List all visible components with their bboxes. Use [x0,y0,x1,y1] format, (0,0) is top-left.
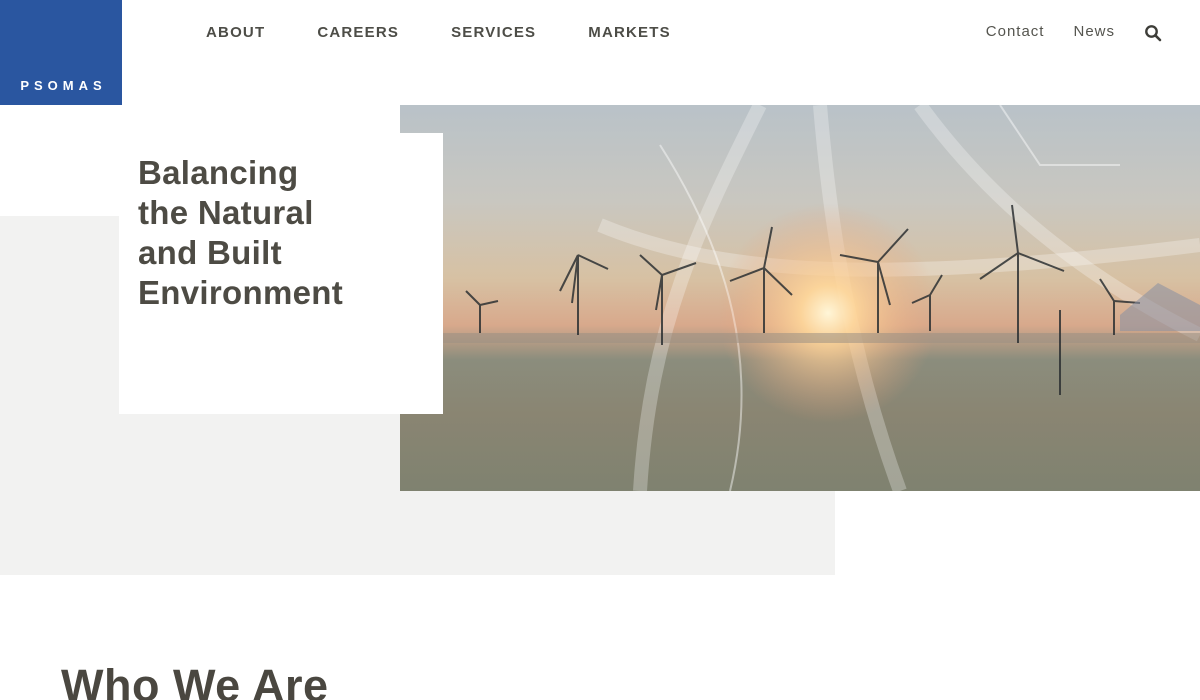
hero-title: Balancing the Natural and Built Environm… [138,153,424,313]
hero-title-line: Balancing [138,154,299,191]
contact-link[interactable]: Contact [986,23,1045,40]
hero-card: Balancing the Natural and Built Environm… [119,133,443,414]
logo-text: PSOMAS [20,78,107,93]
hero-title-line: Environment [138,274,343,311]
psomas-logo[interactable]: PSOMAS [0,0,122,105]
section-heading: Who We Are [61,660,329,700]
search-icon[interactable] [1144,24,1162,42]
news-link[interactable]: News [1073,23,1115,40]
nav-item-careers[interactable]: CAREERS [317,24,399,41]
nav-item-about[interactable]: ABOUT [206,24,265,41]
hero-image [400,105,1200,491]
nav-item-markets[interactable]: MARKETS [588,24,671,41]
wind-turbines-illustration [400,105,1200,491]
utility-nav: Contact News [986,21,1162,42]
hero-title-line: and Built [138,234,282,271]
main-nav: ABOUT CAREERS SERVICES MARKETS [206,24,671,41]
nav-item-services[interactable]: SERVICES [451,24,536,41]
hero-title-line: the Natural [138,194,314,231]
